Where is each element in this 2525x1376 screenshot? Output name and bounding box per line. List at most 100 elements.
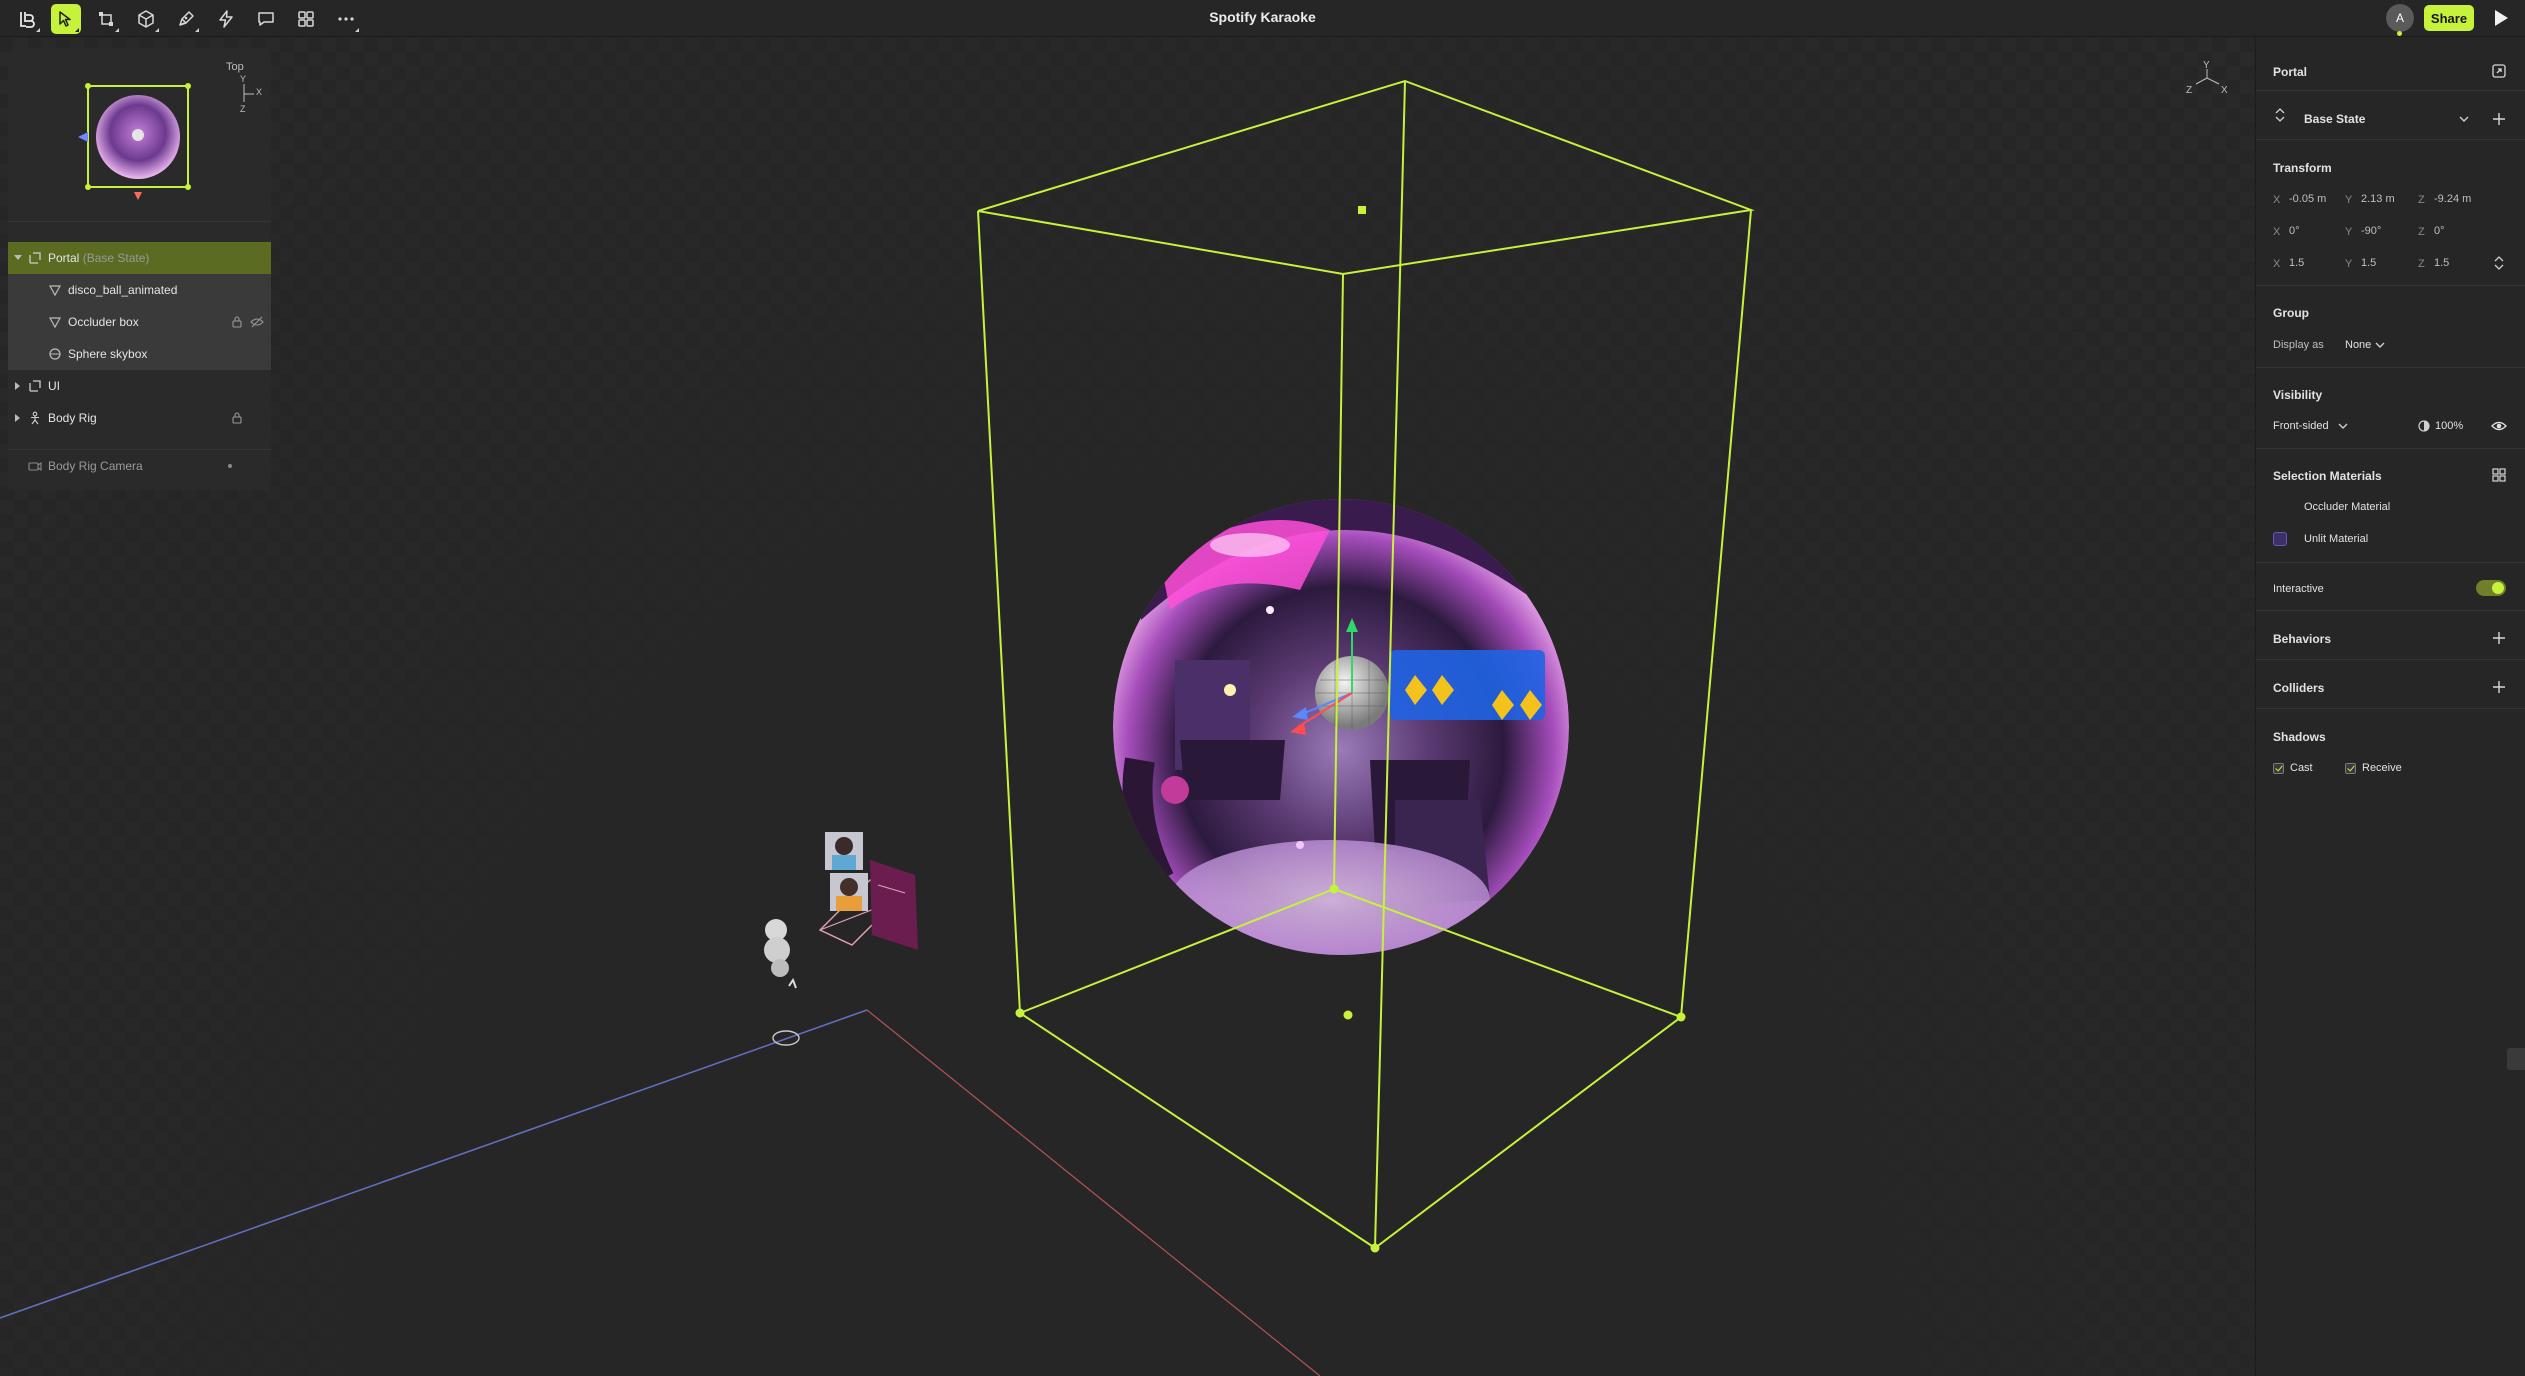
outline-item-portal[interactable]: Portal (Base State) — [8, 242, 271, 274]
expand-icon[interactable] — [2491, 63, 2507, 79]
inspector-panel: Portal Base State Transform X -0.05 m Y … — [2255, 38, 2525, 1376]
unlit-material-swatch — [2273, 532, 2287, 546]
rot-y-axis: Y — [2345, 226, 2353, 238]
chevron-down-icon[interactable] — [2372, 337, 2388, 353]
eye-icon[interactable] — [2491, 418, 2507, 434]
play-icon[interactable] — [2489, 6, 2513, 30]
chevron-down-icon[interactable] — [2456, 111, 2472, 127]
minimap-view-label[interactable]: Top — [226, 61, 244, 73]
mesh-icon — [48, 317, 62, 329]
shadows-heading: Shadows — [2273, 730, 2326, 744]
portal-label: Portal — [48, 251, 80, 265]
hidden-eye-icon[interactable] — [250, 315, 264, 329]
outline-item-sphere-skybox[interactable]: Sphere skybox — [8, 338, 271, 370]
minimap[interactable]: X Y Z Top — [8, 48, 271, 222]
interactive-label: Interactive — [2273, 583, 2324, 595]
scale-y-field[interactable]: 1.5 — [2361, 257, 2376, 269]
avatar[interactable]: A — [2386, 4, 2414, 32]
presence-dot — [2397, 31, 2402, 36]
pos-x-axis: X — [2273, 194, 2281, 206]
outline-item-label: UI — [48, 379, 60, 393]
scene-canvas: Y X Z — [0, 60, 2228, 1376]
minimap-axis-z: Z — [240, 104, 246, 114]
display-as-label: Display as — [2273, 339, 2324, 351]
occluder-material-swatch — [2273, 500, 2287, 514]
outline-panel: X Y Z Top Portal (Base State) disco_ball… — [8, 48, 271, 490]
state-select[interactable]: Base State — [2304, 112, 2365, 126]
receive-shadow-checkbox[interactable] — [2345, 763, 2356, 774]
group-icon — [29, 380, 41, 392]
axis-x-label: X — [2221, 85, 2228, 96]
grid-icon[interactable] — [291, 4, 321, 34]
colliders-heading: Colliders — [2273, 681, 2325, 695]
side-drawer-handle[interactable] — [2507, 1048, 2525, 1070]
outline-item-label: Sphere skybox — [68, 347, 148, 361]
add-behavior-icon[interactable] — [2491, 630, 2507, 646]
status-dot — [228, 464, 232, 468]
bolt-icon[interactable] — [211, 4, 241, 34]
position-y-field[interactable]: 2.13 m — [2361, 193, 2395, 205]
behaviors-heading: Behaviors — [2273, 632, 2332, 646]
interactive-toggle[interactable] — [2476, 580, 2506, 596]
position-z-field[interactable]: -9.24 m — [2434, 193, 2471, 205]
position-x-field[interactable]: -0.05 m — [2289, 193, 2326, 205]
outline-item-label: Occluder box — [68, 315, 139, 329]
collapse-caret-icon[interactable] — [14, 255, 22, 260]
rotation-z-field[interactable]: 0° — [2434, 225, 2445, 237]
opacity-field[interactable]: 100% — [2435, 420, 2463, 432]
state-stepper-icon[interactable] — [2272, 107, 2288, 123]
rot-z-axis: Z — [2418, 226, 2425, 238]
outline-item-label: Body Rig Camera — [48, 459, 143, 473]
orientation-widget: Y X Z — [2186, 60, 2228, 96]
lock-icon[interactable] — [230, 315, 244, 329]
pen-tool-icon[interactable] — [171, 4, 201, 34]
scale-z-field[interactable]: 1.5 — [2434, 257, 2449, 269]
receive-label: Receive — [2362, 762, 2402, 774]
visibility-heading: Visibility — [2273, 388, 2323, 402]
outline-item-occluder-box[interactable]: Occluder box — [8, 306, 271, 338]
sidedness-select[interactable]: Front-sided — [2273, 420, 2329, 432]
outline-item-ui[interactable]: UI — [8, 370, 271, 402]
outline-item-body-rig[interactable]: Body Rig — [8, 402, 271, 434]
select-tool-icon[interactable] — [51, 4, 81, 34]
rotation-y-field[interactable]: -90° — [2361, 225, 2381, 237]
materials-heading: Selection Materials — [2273, 469, 2382, 483]
axis-z-label: Z — [2186, 85, 2192, 96]
expand-caret-icon[interactable] — [15, 414, 20, 422]
more-icon[interactable] — [331, 4, 361, 34]
minimap-axis-y: Y — [240, 74, 246, 84]
lock-icon[interactable] — [230, 411, 244, 425]
rotation-x-field[interactable]: 0° — [2289, 225, 2300, 237]
cast-label: Cast — [2290, 762, 2313, 774]
materials-grid-icon[interactable] — [2491, 467, 2507, 483]
logo-menu-icon[interactable] — [12, 4, 42, 34]
comment-icon[interactable] — [251, 4, 281, 34]
x-axis-line — [866, 1009, 1321, 1376]
scene-viewport[interactable]: Y X Z — [0, 38, 2254, 1376]
scale-lock-stepper-icon[interactable] — [2491, 255, 2507, 271]
outline-item-disco-ball[interactable]: disco_ball_animated — [8, 274, 271, 306]
pos-y-axis: Y — [2345, 194, 2353, 206]
material-item[interactable]: Unlit Material — [2304, 533, 2368, 545]
add-state-icon[interactable] — [2491, 111, 2507, 127]
chevron-down-icon[interactable] — [2335, 418, 2351, 434]
minimap-axis-x: X — [256, 87, 262, 97]
transform-heading: Transform — [2273, 161, 2332, 175]
opacity-icon — [2418, 420, 2430, 432]
transform-tool-icon[interactable] — [91, 4, 121, 34]
body-rig-camera — [764, 832, 918, 1046]
rot-x-axis: X — [2273, 226, 2281, 238]
add-collider-icon[interactable] — [2491, 679, 2507, 695]
expand-caret-icon[interactable] — [15, 382, 20, 390]
mesh-icon — [48, 285, 62, 297]
top-toolbar: Spotify Karaoke A Share — [0, 0, 2525, 37]
scale-x-field[interactable]: 1.5 — [2289, 257, 2304, 269]
cast-shadow-checkbox[interactable] — [2273, 763, 2284, 774]
group-heading: Group — [2273, 306, 2309, 320]
outline-item-label: Body Rig — [48, 411, 97, 425]
share-button[interactable]: Share — [2424, 5, 2474, 31]
object-cube-icon[interactable] — [131, 4, 161, 34]
outline-item-body-rig-camera[interactable]: Body Rig Camera — [8, 450, 271, 482]
display-as-select[interactable]: None — [2345, 339, 2371, 351]
material-item[interactable]: Occluder Material — [2304, 501, 2390, 513]
